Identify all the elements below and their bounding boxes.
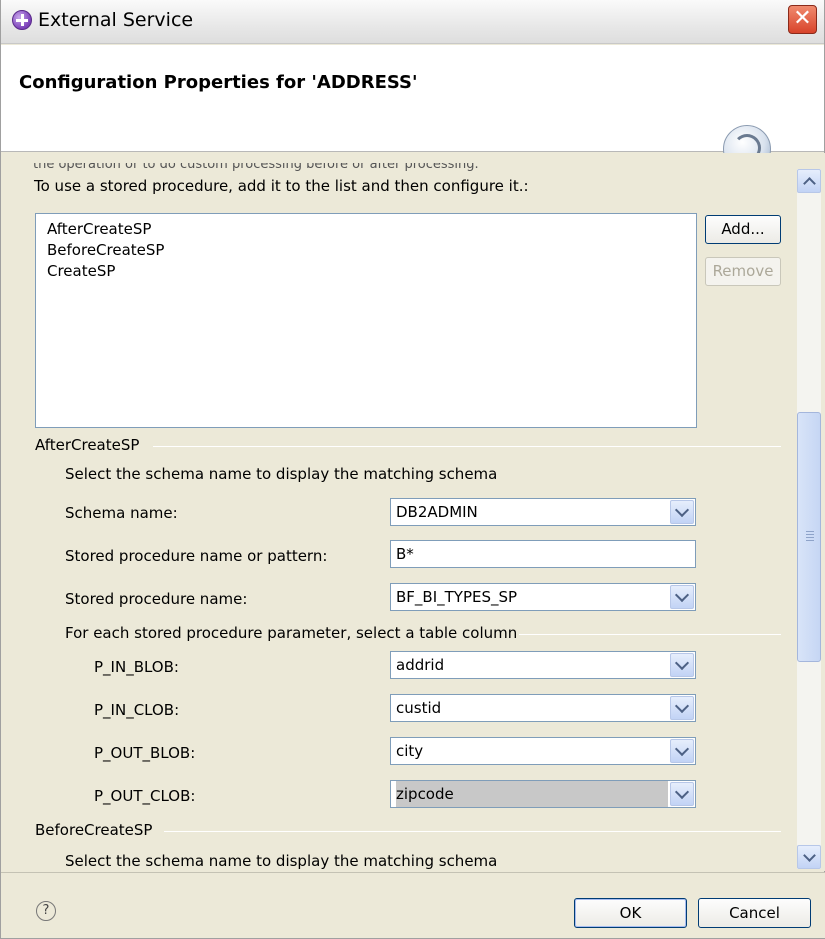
schema-name-value: DB2ADMIN: [396, 503, 478, 521]
param-select[interactable]: city: [390, 737, 696, 765]
instruction-text: To use a stored procedure, add it to the…: [34, 177, 529, 195]
param-value: city: [396, 742, 424, 760]
param-label: P_OUT_BLOB:: [94, 744, 196, 762]
section-heading-after-create: AfterCreateSP: [35, 436, 140, 454]
param-select-focused[interactable]: zipcode: [390, 780, 696, 808]
param-label: P_OUT_CLOB:: [94, 787, 196, 805]
sp-name-value: BF_BI_TYPES_SP: [396, 588, 518, 606]
list-item[interactable]: BeforeCreateSP: [36, 240, 696, 261]
sp-name-label: Stored procedure name:: [65, 590, 248, 608]
param-value: addrid: [396, 656, 445, 674]
list-item[interactable]: AfterCreateSP: [36, 219, 696, 240]
chevron-down-icon[interactable]: [670, 739, 694, 763]
section-divider: [153, 446, 781, 447]
schema-description: Select the schema name to display the ma…: [65, 852, 498, 870]
chevron-down-icon[interactable]: [670, 500, 694, 524]
scroll-up-icon[interactable]: [797, 169, 821, 193]
help-icon[interactable]: ?: [36, 901, 56, 921]
title-bar[interactable]: External Service ✕: [1, 0, 824, 44]
section-heading-before-create: BeforeCreateSP: [35, 821, 153, 839]
param-select[interactable]: addrid: [390, 651, 696, 679]
ok-button[interactable]: OK: [574, 898, 687, 928]
grip-icon: [806, 531, 814, 541]
external-service-icon: [12, 10, 32, 30]
wizard-banner: Configuration Properties for 'ADDRESS': [1, 45, 824, 173]
param-label: P_IN_CLOB:: [94, 701, 180, 719]
cancel-button[interactable]: Cancel: [698, 898, 811, 928]
chevron-down-icon[interactable]: [670, 782, 694, 806]
pattern-input[interactable]: B*: [390, 540, 696, 568]
stored-procedure-list[interactable]: AfterCreateSP BeforeCreateSP CreateSP: [35, 213, 697, 428]
schema-description: Select the schema name to display the ma…: [65, 465, 498, 483]
close-icon: ✕: [793, 6, 812, 31]
section-divider: [164, 831, 781, 832]
scrollable-content[interactable]: the operation or to do custom processing…: [1, 153, 825, 871]
close-button[interactable]: ✕: [788, 5, 817, 34]
schema-name-select[interactable]: DB2ADMIN: [390, 498, 696, 526]
scroll-down-icon[interactable]: [797, 845, 821, 869]
remove-button[interactable]: Remove: [705, 257, 781, 286]
scrollbar-thumb[interactable]: [797, 412, 821, 662]
vertical-scrollbar[interactable]: [797, 169, 821, 869]
schema-name-label: Schema name:: [65, 504, 178, 522]
dialog-footer: ? OK Cancel: [1, 872, 825, 938]
param-label: P_IN_BLOB:: [94, 658, 179, 676]
clipped-description: the operation or to do custom processing…: [33, 163, 479, 172]
dialog-window: External Service ✕ Configuration Propert…: [0, 0, 825, 939]
param-value: custid: [396, 699, 442, 717]
chevron-down-icon[interactable]: [670, 653, 694, 677]
pattern-value: B*: [396, 545, 414, 563]
param-divider: [519, 634, 781, 635]
param-heading: For each stored procedure parameter, sel…: [65, 624, 518, 642]
chevron-down-icon[interactable]: [670, 696, 694, 720]
window-title: External Service: [38, 9, 194, 31]
param-value: zipcode: [396, 781, 668, 807]
param-select[interactable]: custid: [390, 694, 696, 722]
list-item[interactable]: CreateSP: [36, 261, 696, 282]
chevron-down-icon[interactable]: [670, 585, 694, 609]
page-title: Configuration Properties for 'ADDRESS': [19, 72, 418, 93]
pattern-label: Stored procedure name or pattern:: [65, 547, 328, 565]
sp-name-select[interactable]: BF_BI_TYPES_SP: [390, 583, 696, 611]
add-button[interactable]: Add...: [705, 215, 781, 244]
